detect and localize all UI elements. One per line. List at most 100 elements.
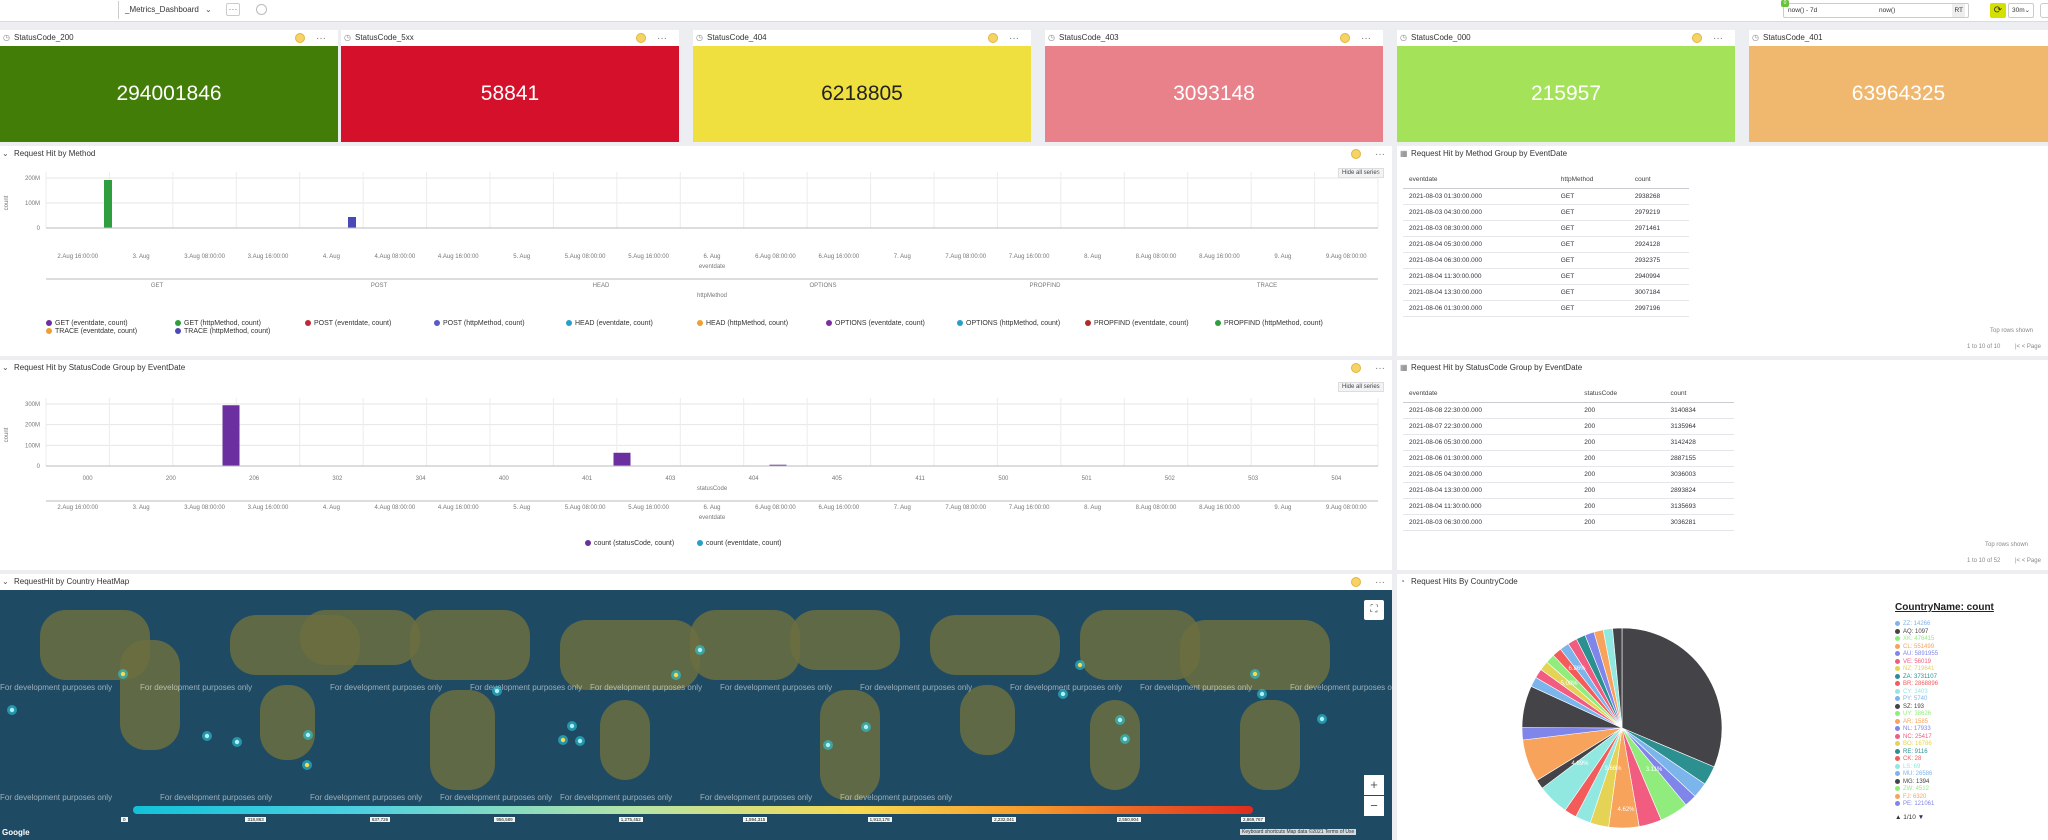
table-row[interactable]: 2021-08-05 04:30:00.000 200 3036003 <box>1403 466 1734 483</box>
table-row[interactable]: 2021-08-06 01:30:00.000 GET 2997196 <box>1403 300 1689 317</box>
next-page-icon[interactable]: ▼ <box>1918 814 1924 821</box>
panel-menu-icon[interactable]: ··· <box>1713 31 1723 47</box>
legend-item[interactable]: count (statusCode, count) <box>585 540 674 547</box>
collapse-icon[interactable]: ⌄ <box>2 360 9 376</box>
refresh-interval-select[interactable]: 30m⌄ <box>2008 3 2034 18</box>
legend-item[interactable]: POST (httpMethod, count) <box>434 320 525 327</box>
collapse-icon[interactable]: ⌄ <box>2 574 9 590</box>
pie-legend-pager[interactable]: ▲ 1/10 ▼ <box>1895 814 1924 821</box>
legend-item[interactable]: HEAD (httpMethod, count) <box>697 320 788 327</box>
pie-legend-item[interactable]: MU: 26586 <box>1895 771 1932 777</box>
table-row[interactable]: 2021-08-04 06:30:00.000 GET 2932375 <box>1403 252 1689 269</box>
pie-legend-item[interactable]: PE: 121061 <box>1895 801 1934 807</box>
insights-icon[interactable] <box>1351 149 1361 159</box>
chevron-down-icon[interactable]: ⌄ <box>205 5 212 14</box>
pie-legend-item[interactable]: BO: 16786 <box>1895 741 1932 747</box>
time-range-picker[interactable]: now() - 7d now() RT <box>1783 3 1969 18</box>
pie-legend-item[interactable]: LS: 69 <box>1895 763 1920 770</box>
favorite-icon[interactable] <box>256 4 267 15</box>
pie-legend-item[interactable]: ZW: 4512 <box>1895 786 1929 792</box>
pie-legend-item[interactable]: NZ: 719641 <box>1895 666 1934 672</box>
panel-menu-icon[interactable]: ··· <box>657 31 667 47</box>
legend-item[interactable]: GET (httpMethod, count) <box>175 320 261 327</box>
column-header[interactable]: httpMethod <box>1554 172 1629 189</box>
pie-legend-item[interactable]: AQ: 1097 <box>1895 628 1928 635</box>
panel-menu-icon[interactable]: ··· <box>316 31 326 47</box>
table-row[interactable]: 2021-08-04 13:30:00.000 200 2893824 <box>1403 482 1734 499</box>
pie-legend-item[interactable]: ZZ: 14266 <box>1895 621 1930 627</box>
table-row[interactable]: 2021-08-03 01:30:00.000 GET 2938268 <box>1403 188 1689 205</box>
table-row[interactable]: 2021-08-04 05:30:00.000 GET 2924128 <box>1403 236 1689 253</box>
table-row[interactable]: 2021-08-04 11:30:00.000 GET 2940994 <box>1403 268 1689 285</box>
pie-legend-item[interactable]: CL: 551499 <box>1895 643 1934 650</box>
panel-menu-icon[interactable]: ··· <box>1009 31 1019 47</box>
dashboard-title-box[interactable]: _Metrics_Dashboard ⌄ <box>118 1 212 19</box>
legend-item[interactable]: TRACE (httpMethod, count) <box>175 328 270 335</box>
zoom-in-button[interactable]: + <box>1364 775 1384 795</box>
table-row[interactable]: 2021-08-06 01:30:00.000 200 2887155 <box>1403 450 1734 467</box>
panel-menu-icon[interactable]: ··· <box>1375 575 1385 591</box>
column-header[interactable]: count <box>1664 386 1734 403</box>
table-row[interactable]: 2021-08-03 04:30:00.000 GET 2979219 <box>1403 204 1689 221</box>
legend-item[interactable]: POST (eventdate, count) <box>305 320 391 327</box>
insights-icon[interactable] <box>1351 363 1361 373</box>
column-header[interactable]: eventdate <box>1403 172 1555 189</box>
pie-legend-item[interactable]: SZ: 193 <box>1895 703 1924 710</box>
map-attribution[interactable]: Keyboard shortcuts Map data ©2021 Terms … <box>1240 829 1357 835</box>
insights-icon[interactable] <box>295 33 305 43</box>
rt-toggle[interactable]: RT <box>1952 4 1965 17</box>
pie-legend-item[interactable]: NL: 17933 <box>1895 726 1931 732</box>
more-actions-button[interactable]: ··· <box>226 3 240 16</box>
time-to[interactable]: now() <box>1879 4 1895 17</box>
table-row[interactable]: 2021-08-08 22:30:00.000 200 3140834 <box>1403 402 1734 419</box>
panel-menu-icon[interactable]: ··· <box>1361 31 1371 47</box>
user-avatar[interactable] <box>2040 3 2048 18</box>
pie-legend-item[interactable]: VE: 56019 <box>1895 658 1931 665</box>
collapse-icon[interactable]: ⌄ <box>2 146 9 162</box>
insights-icon[interactable] <box>1340 33 1350 43</box>
table-row[interactable]: 2021-08-06 05:30:00.000 200 3142428 <box>1403 434 1734 451</box>
insights-icon[interactable] <box>1351 577 1361 587</box>
zoom-out-button[interactable]: − <box>1364 796 1384 816</box>
table-pager[interactable]: |< < Page <box>2015 558 2041 564</box>
pie-legend-item[interactable]: UY: 38626 <box>1895 711 1931 717</box>
pie-legend-item[interactable]: CK: 28 <box>1895 756 1921 762</box>
pie-legend-item[interactable]: FJ: 6320 <box>1895 793 1926 800</box>
table-row[interactable]: 2021-08-07 22:30:00.000 200 3135964 <box>1403 418 1734 435</box>
legend-item[interactable]: OPTIONS (httpMethod, count) <box>957 320 1060 327</box>
pie-legend-item[interactable]: AR: 1585 <box>1895 718 1928 725</box>
legend-item[interactable]: GET (eventdate, count) <box>46 320 128 327</box>
table-row[interactable]: 2021-08-03 08:30:00.000 GET 2971461 <box>1403 220 1689 237</box>
pie-legend-item[interactable]: ZA: 3731107 <box>1895 673 1937 680</box>
pie-legend-item[interactable]: BR: 2868896 <box>1895 681 1938 687</box>
pie-legend-item[interactable]: XK: 476415 <box>1895 636 1934 642</box>
pie-legend-item[interactable]: MG: 1394 <box>1895 778 1929 785</box>
fullscreen-button[interactable]: ⛶ <box>1364 600 1384 620</box>
pie-legend-item[interactable]: NC: 25417 <box>1895 733 1932 740</box>
pie-legend-item[interactable]: PY: 5740 <box>1895 696 1927 702</box>
insights-icon[interactable] <box>636 33 646 43</box>
world-map[interactable]: For development purposes only For develop… <box>0 590 1392 840</box>
table-pager[interactable]: |< < Page <box>2015 344 2041 350</box>
legend-item[interactable]: PROPFIND (eventdate, count) <box>1085 320 1189 327</box>
panel-menu-icon[interactable]: ··· <box>1375 361 1385 377</box>
time-from[interactable]: now() - 7d <box>1788 4 1817 17</box>
table-row[interactable]: 2021-08-04 11:30:00.000 200 3135693 <box>1403 498 1734 515</box>
panel-menu-icon[interactable]: ··· <box>1375 147 1385 163</box>
pie-legend-item[interactable]: AU: 5891955 <box>1895 651 1938 657</box>
legend-item[interactable]: HEAD (eventdate, count) <box>566 320 653 327</box>
insights-icon[interactable] <box>1692 33 1702 43</box>
pie-legend-item[interactable]: CY: 1403 <box>1895 688 1928 695</box>
column-header[interactable]: statusCode <box>1578 386 1665 403</box>
table-row[interactable]: 2021-08-03 06:30:00.000 200 3036281 <box>1403 514 1734 531</box>
column-header[interactable]: eventdate <box>1403 386 1579 403</box>
insights-icon[interactable] <box>988 33 998 43</box>
pie-legend-item[interactable]: RE: 9116 <box>1895 748 1928 755</box>
refresh-button[interactable]: ⟳ <box>1990 3 2006 18</box>
column-header[interactable]: count <box>1628 172 1689 189</box>
legend-item[interactable]: TRACE (eventdate, count) <box>46 328 137 335</box>
table-row[interactable]: 2021-08-04 13:30:00.000 GET 3007184 <box>1403 284 1689 301</box>
legend-item[interactable]: OPTIONS (eventdate, count) <box>826 320 925 327</box>
legend-item[interactable]: PROPFIND (httpMethod, count) <box>1215 320 1323 327</box>
legend-item[interactable]: count (eventdate, count) <box>697 540 782 547</box>
